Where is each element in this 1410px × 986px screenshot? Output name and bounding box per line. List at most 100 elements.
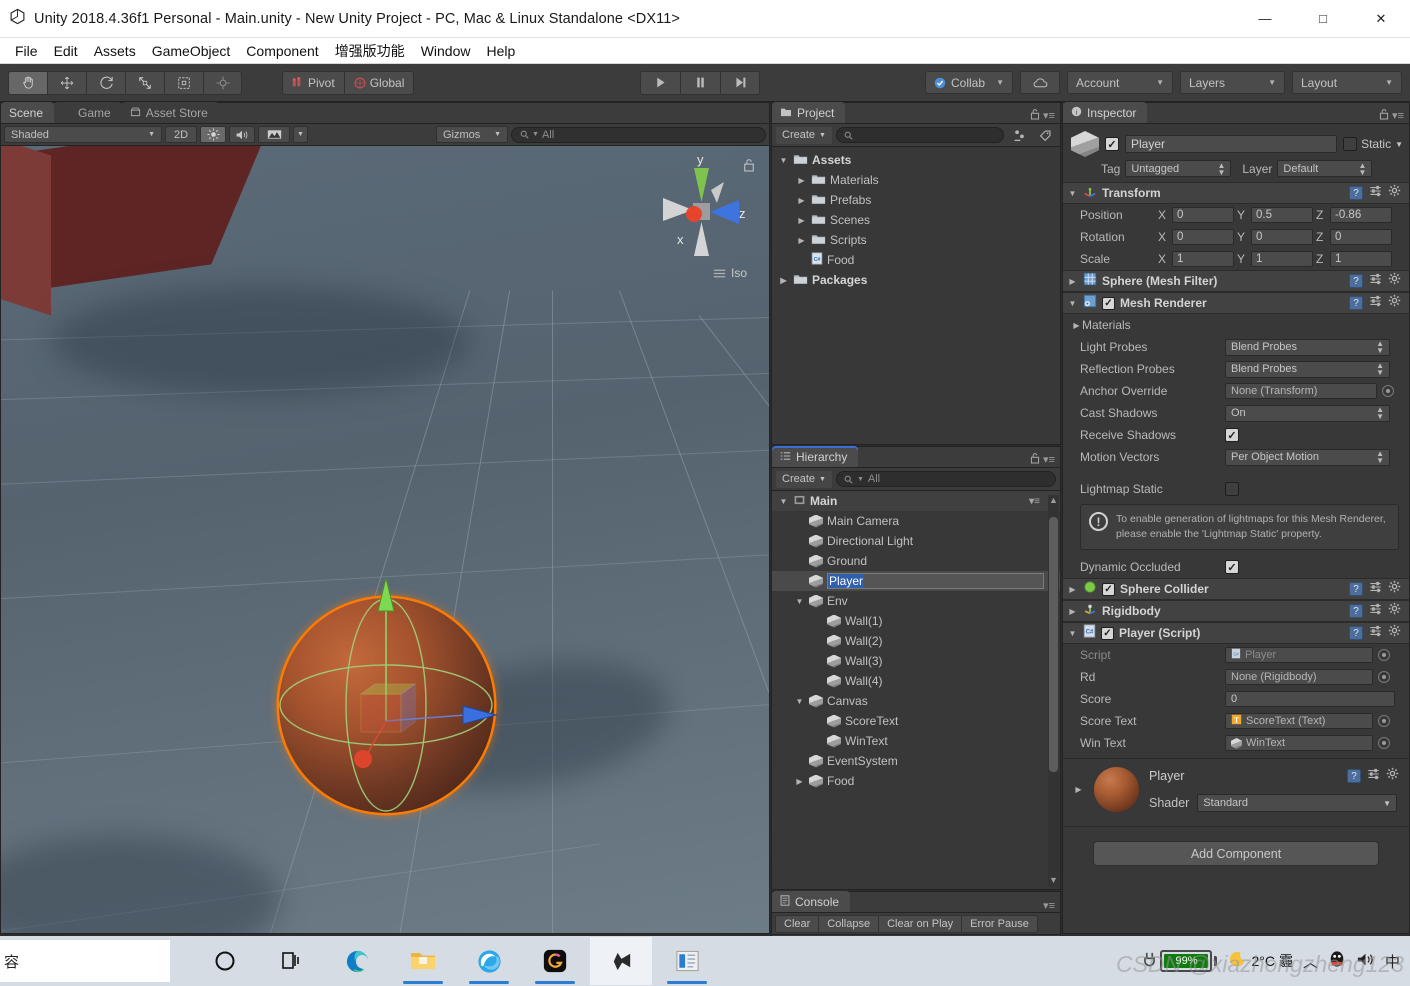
taskbar-search-box[interactable]: 容 <box>0 940 170 982</box>
script-prop-object-field[interactable]: T ScoreText (Text) <box>1225 713 1373 730</box>
transform-scale-z-input[interactable]: 1 <box>1330 251 1392 267</box>
transform-rotation-y-input[interactable]: 0 <box>1251 229 1313 245</box>
panel-menu-icon[interactable]: ▾≡ <box>1043 899 1055 912</box>
menu-enhanced-features[interactable]: 增强版功能 <box>328 38 412 64</box>
volume-icon[interactable] <box>1356 951 1375 972</box>
chevron-right-icon[interactable]: ▶ <box>1067 277 1078 286</box>
hand-tool-button[interactable] <box>8 70 47 95</box>
renderer-prop-dropdown[interactable]: Blend Probes ▲ ▼ <box>1225 360 1390 378</box>
gear-icon[interactable] <box>1388 294 1401 312</box>
cloud-button[interactable] <box>1020 71 1060 94</box>
transform-rotation-x-input[interactable]: 0 <box>1172 229 1234 245</box>
component-header-mesh-renderer[interactable]: ▼ ✓ Mesh Renderer ? <box>1063 292 1409 314</box>
app-icon[interactable] <box>524 937 586 985</box>
renderer-prop-checkbox[interactable]: ✓ <box>1225 428 1239 442</box>
qq-icon[interactable] <box>1328 949 1346 973</box>
transform-scale-x-input[interactable]: 1 <box>1172 251 1234 267</box>
project-tree-item[interactable]: ▶ Materials <box>772 170 1060 190</box>
help-icon[interactable]: ? <box>1349 604 1363 619</box>
gear-icon[interactable] <box>1388 580 1401 598</box>
renderer-prop-dropdown[interactable]: Blend Probes ▲ ▼ <box>1225 338 1390 356</box>
weather-widget[interactable]: 2°C 霾 <box>1227 950 1293 973</box>
hierarchy-item[interactable]: ▶Wall(3) <box>772 651 1060 671</box>
project-tree-item[interactable]: ▶ Scripts <box>772 230 1060 250</box>
menu-assets[interactable]: Assets <box>87 40 143 62</box>
chevron-down-icon[interactable]: ▼ <box>778 497 789 506</box>
materials-foldout[interactable]: ▶ Materials <box>1063 314 1409 336</box>
menu-component[interactable]: Component <box>239 40 325 62</box>
component-header-transform[interactable]: ▼ Transform ? <box>1063 182 1409 204</box>
chevron-down-icon[interactable]: ▼ <box>794 597 805 606</box>
player-script-enabled-checkbox[interactable]: ✓ <box>1101 626 1114 640</box>
console-clear-button[interactable]: Clear <box>775 914 819 933</box>
scene-audio-toggle[interactable] <box>229 126 255 143</box>
panel-menu-icon[interactable]: ▾≡ <box>1392 109 1404 122</box>
lock-icon[interactable] <box>1379 108 1389 123</box>
gizmos-dropdown[interactable]: Gizmos ▼ <box>436 126 508 143</box>
hierarchy-item[interactable]: ▶Ground <box>772 551 1060 571</box>
object-name-field[interactable]: Player <box>1125 135 1338 153</box>
renderer-prop-checkbox[interactable] <box>1225 482 1239 496</box>
transform-position-y-input[interactable]: 0.5 <box>1251 207 1313 223</box>
pause-button[interactable] <box>680 70 720 95</box>
scene-viewport[interactable]: y z x Iso <box>1 146 769 933</box>
component-header-rigidbody[interactable]: ▶ Rigidbody ? <box>1063 600 1409 623</box>
chevron-down-icon[interactable]: ▼ <box>1067 189 1078 198</box>
lock-icon[interactable] <box>1030 452 1040 467</box>
help-icon[interactable]: ? <box>1347 769 1361 784</box>
minimize-button[interactable]: — <box>1236 0 1294 38</box>
scroll-up-arrow-icon[interactable]: ▲ <box>1048 495 1059 505</box>
filter-by-type-icon[interactable] <box>1008 127 1030 144</box>
shader-dropdown[interactable]: Standard ▼ <box>1197 794 1397 813</box>
layout-button[interactable]: Layout ▼ <box>1292 71 1402 94</box>
draw-mode-dropdown[interactable]: Shaded ▼ <box>4 126 162 143</box>
hierarchy-item[interactable]: ▶Directional Light <box>772 531 1060 551</box>
object-picker-icon[interactable] <box>1378 671 1390 684</box>
renderer-prop-dropdown[interactable]: On ▲ ▼ <box>1225 404 1390 422</box>
scene-lighting-toggle[interactable] <box>200 126 226 143</box>
renderer-prop-object-field[interactable]: None (Transform) <box>1225 383 1377 399</box>
preset-icon[interactable] <box>1369 602 1382 620</box>
toggle-2d-button[interactable]: 2D <box>165 126 197 143</box>
browser-icon[interactable] <box>458 937 520 985</box>
gear-icon[interactable] <box>1386 767 1399 785</box>
hierarchy-create-button[interactable]: Create ▼ <box>776 470 832 488</box>
chevron-down-icon[interactable]: ▼ <box>1067 299 1078 308</box>
static-toggle-group[interactable]: Static ▼ <box>1343 137 1403 151</box>
help-icon[interactable]: ? <box>1349 186 1363 200</box>
mesh-renderer-enabled-checkbox[interactable]: ✓ <box>1102 296 1115 310</box>
step-button[interactable] <box>720 70 760 95</box>
maximize-button[interactable]: □ <box>1294 0 1352 38</box>
help-icon[interactable]: ? <box>1349 582 1363 597</box>
component-header-player-script[interactable]: ▼ C# ✓ Player (Script) ? <box>1063 622 1409 645</box>
project-tree-item[interactable]: ▶C#Food <box>772 250 1060 270</box>
account-button[interactable]: Account ▼ <box>1067 71 1173 94</box>
preset-icon[interactable] <box>1369 272 1382 290</box>
chevron-right-icon[interactable]: ▶ <box>794 777 805 786</box>
filter-by-label-icon[interactable] <box>1034 127 1056 144</box>
hierarchy-item[interactable]: ▶EventSystem <box>772 751 1060 771</box>
hierarchy-rename-input[interactable]: Player <box>827 573 1044 589</box>
layers-button[interactable]: Layers ▼ <box>1180 71 1285 94</box>
hierarchy-item[interactable]: ▶Wall(4) <box>772 671 1060 691</box>
menu-help[interactable]: Help <box>479 40 522 62</box>
tab-hierarchy[interactable]: Hierarchy <box>772 446 859 467</box>
task-view-icon[interactable] <box>260 937 322 985</box>
transform-rotation-z-input[interactable]: 0 <box>1330 229 1392 245</box>
add-component-button[interactable]: Add Component <box>1093 841 1379 867</box>
console-clear-on-play-button[interactable]: Clear on Play <box>878 914 962 933</box>
battery-indicator[interactable]: 99% <box>1141 950 1218 972</box>
hierarchy-item[interactable]: ▶WinText <box>772 731 1060 751</box>
lock-icon[interactable] <box>1030 108 1040 123</box>
transform-position-x-input[interactable]: 0 <box>1172 207 1234 223</box>
scroll-down-arrow-icon[interactable]: ▼ <box>1048 875 1059 885</box>
chevron-right-icon[interactable]: ▶ <box>796 236 807 245</box>
scene-search-input[interactable]: ▼ All <box>511 126 766 143</box>
renderer-prop-dropdown[interactable]: Per Object Motion ▲ ▼ <box>1225 448 1390 466</box>
chevron-right-icon[interactable]: ▶ <box>796 216 807 225</box>
pivot-toggle[interactable]: Pivot <box>282 70 344 95</box>
chevron-right-icon[interactable]: ▶ <box>1071 321 1082 330</box>
project-tree-item[interactable]: ▶ Scenes <box>772 210 1060 230</box>
chevron-down-icon[interactable]: ▼ <box>1067 629 1078 638</box>
chevron-right-icon[interactable]: ▶ <box>778 276 789 285</box>
